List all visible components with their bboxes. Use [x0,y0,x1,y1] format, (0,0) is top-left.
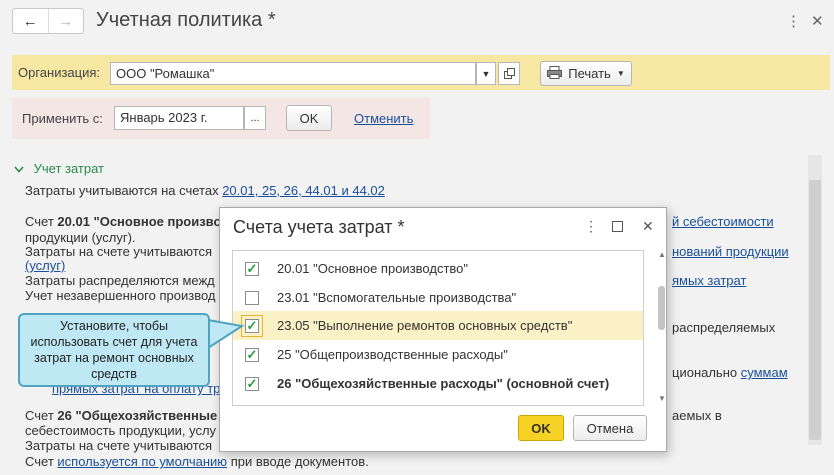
more-menu-icon[interactable]: ⋮ [786,12,801,30]
dialog-ok-button[interactable]: OK [518,415,564,441]
cost-accounts-dialog: Счета учета затрат * ⋮ ✕ ✓ 20.01 "Основн… [219,207,667,452]
p4-account-label: Счет [25,454,54,469]
list-item[interactable]: ✓ 20.01 "Основное производство" [233,254,643,283]
p1-account-prefix: Счет [25,214,54,229]
p4-account-name: 26 "Общехозяйственные [57,408,218,423]
nav-buttons: ← → [12,8,84,34]
checkbox-26[interactable]: ✓ [245,376,259,391]
forward-arrow-icon[interactable]: → [49,9,84,33]
p1-products-link[interactable]: нований продукции [672,244,789,259]
dialog-title: Счета учета затрат * [233,217,405,237]
dialog-close-icon[interactable]: ✕ [642,218,654,235]
chevron-down-icon [14,161,24,176]
list-item[interactable]: 23.01 "Вспомогательные производства" [233,283,643,312]
cancel-link[interactable]: Отменить [354,111,413,126]
page-title: Учетная политика * [96,9,276,31]
section-header-label: Учет затрат [33,161,105,176]
page-scrollbar-thumb[interactable] [809,180,821,440]
apply-from-label: Применить с: [22,111,103,126]
default-usage-link[interactable]: используется по умолчанию [57,454,227,469]
p4-line4: Счет используется по умолчанию при вводе… [25,454,369,469]
p2-distributed-text: распределяемых [672,320,776,335]
accounts-list: ✓ 20.01 "Основное производство" 23.01 "В… [232,250,644,406]
p4-line3: Затраты на счете учитываются [25,438,213,453]
p4-line2: себестоимость продукции, услу [25,423,217,438]
list-item-label: 23.01 "Вспомогательные производства" [277,290,517,305]
p3-proportional-text: ционально [672,365,738,380]
p4-documents-text: при вводе документов. [230,454,369,469]
back-arrow-icon[interactable]: ← [13,9,49,33]
list-scroll-up-icon[interactable]: ▲ [658,250,666,259]
cost-accounts-line: Затраты учитываются на счетах 20.01, 25,… [25,183,385,198]
organization-label: Организация: [18,65,101,80]
checkbox-25[interactable]: ✓ [245,347,259,362]
checkbox-23-05[interactable]: ✓ [241,314,263,337]
date-picker-button[interactable]: ... [244,106,266,130]
p4-line1: Счет 26 "Общехозяйственные [25,408,217,423]
list-scrollbar-thumb[interactable] [658,286,665,330]
open-organization-icon[interactable] [498,62,520,85]
list-scroll-down-icon[interactable]: ▼ [658,394,666,403]
print-dropdown-icon: ▼ [616,69,625,78]
p1-line5: Затраты распределяются межд [25,273,215,288]
dialog-more-icon[interactable]: ⋮ [584,218,598,235]
list-item-label: 20.01 "Основное производство" [277,261,469,276]
print-label: Печать [568,66,611,81]
apply-ok-button[interactable]: OK [286,105,332,131]
p1-line1: Счет 20.01 "Основное произво [25,214,221,229]
p1-line6: Учет незавершенного производ [25,288,216,303]
list-item[interactable]: ✓ 26 "Общехозяйственные расходы" (основн… [233,369,643,398]
p4-included-text: аемых в [672,408,722,423]
p3-sums-link[interactable]: суммам [741,365,788,380]
maximize-icon[interactable] [612,221,623,232]
list-item-selected[interactable]: ✓ 23.05 "Выполнение ремонтов основных ср… [233,311,643,340]
p4-account-prefix: Счет [25,408,54,423]
p1-line2: продукции (услуг). [25,230,136,245]
p1-direct-costs-link[interactable]: ямых затрат [672,273,746,288]
dialog-cancel-button[interactable]: Отмена [573,415,647,441]
section-header[interactable]: Учет затрат [14,161,104,176]
printer-icon [547,65,563,82]
p1-line3: Затраты на счете учитываются [25,244,213,259]
list-item-label: 25 "Общепроизводственные расходы" [277,347,508,362]
list-item[interactable]: ✓ 25 "Общепроизводственные расходы" [233,340,643,369]
organization-input[interactable]: ООО "Ромашка" [110,62,476,85]
checkbox-20-01[interactable]: ✓ [245,261,259,276]
p1-cost-link[interactable]: й себестоимости [672,214,774,229]
hint-callout: Установите, чтобы использовать счет для … [18,313,210,387]
p1-services-link[interactable]: (услуг) [25,258,65,273]
organization-dropdown-icon[interactable]: ▼ [476,62,496,85]
cost-accounts-link[interactable]: 20.01, 25, 26, 44.01 и 44.02 [222,183,385,198]
cost-accounts-text: Затраты учитываются на счетах [25,183,219,198]
apply-from-input[interactable]: Январь 2023 г. [114,106,244,130]
print-button[interactable]: Печать ▼ [540,61,632,86]
callout-pointer [206,318,245,350]
close-icon[interactable]: ✕ [811,12,824,30]
list-item-label: 26 "Общехозяйственные расходы" (основной… [277,376,610,391]
list-item-label: 23.05 "Выполнение ремонтов основных сред… [277,318,573,333]
p1-account-name: 20.01 "Основное произво [57,214,222,229]
checkbox-23-01[interactable] [245,290,259,305]
p3-line: ционально суммам [672,365,788,380]
